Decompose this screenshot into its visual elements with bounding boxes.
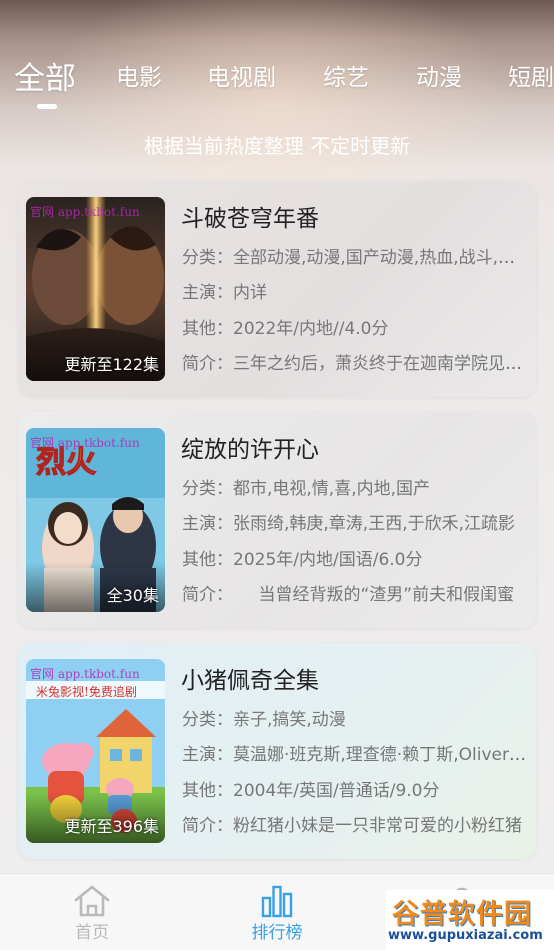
tab-anime[interactable]: 动漫 — [416, 58, 462, 92]
nav-home[interactable]: 首页 — [32, 874, 152, 950]
cast-value: 莫温娜·班克斯,理查德·赖丁斯,Oliver May — [233, 745, 528, 765]
item-title[interactable]: 绽放的许开心 — [181, 430, 319, 464]
item-title[interactable]: 斗破苍穹年番 — [181, 199, 319, 233]
other-label: 其他： — [182, 550, 233, 570]
poster-caption: 米兔影视!免费追剧 — [36, 685, 137, 699]
item-other: 其他：2004年/英国/普通话/9.0分 — [182, 776, 528, 801]
intro-value: 三年之约后，萧炎终于在迦南学院见到了熏儿 — [233, 354, 528, 374]
ranking-card[interactable]: 烈火 官网 app.tkbot.fun 全30集 绽放的许开心 分类：都市,电视… — [18, 412, 536, 628]
item-cast: 主演：内详 — [182, 278, 528, 303]
home-icon — [74, 885, 110, 917]
item-other: 其他：2022年/内地//4.0分 — [182, 314, 528, 339]
nav-ranking-label: 排行榜 — [251, 923, 303, 943]
intro-label: 简介： — [182, 354, 233, 374]
intro-label: 简介： — [182, 585, 225, 605]
item-title[interactable]: 小猪佩奇全集 — [181, 661, 319, 695]
watermark-brand: 谷普软件园 — [392, 899, 532, 930]
ranking-subtitle: 根据当前热度整理 不定时更新 — [143, 134, 411, 158]
nav-home-label: 首页 — [75, 923, 109, 943]
episode-badge: 更新至122集 — [64, 355, 159, 374]
poster-image[interactable]: 官网 app.tkbot.fun 更新至122集 — [26, 197, 165, 381]
other-value: 2025年/内地/国语/6.0分 — [233, 550, 423, 570]
item-intro: 简介：粉红猪小妹是一只非常可爱的小粉红猪 — [182, 811, 528, 836]
poster-watermark: 官网 app.tkbot.fun — [30, 436, 140, 450]
category-label: 分类： — [182, 479, 233, 499]
item-category: 分类：全部动漫,动漫,国产动漫,热血,战斗,玄幻 — [182, 243, 528, 268]
category-value: 全部动漫,动漫,国产动漫,热血,战斗,玄幻 — [233, 248, 528, 268]
category-label: 分类： — [182, 710, 233, 730]
cast-value: 张雨绮,韩庚,章涛,王西,于欣禾,江疏影 — [233, 514, 516, 534]
tab-short-drama[interactable]: 短剧 — [508, 58, 554, 92]
ranking-card[interactable]: 官网 app.tkbot.fun 更新至122集 斗破苍穹年番 分类：全部动漫,… — [18, 181, 536, 397]
bar-chart-icon — [261, 885, 293, 918]
cast-value: 内详 — [233, 283, 267, 303]
tab-variety[interactable]: 综艺 — [323, 58, 369, 92]
item-category: 分类：亲子,搞笑,动漫 — [182, 705, 528, 730]
watermark-url: www.gupuxiazai.com — [388, 928, 543, 943]
nav-ranking[interactable]: 排行榜 — [217, 874, 337, 950]
episode-badge: 更新至396集 — [64, 817, 159, 836]
item-cast: 主演：莫温娜·班克斯,理查德·赖丁斯,Oliver May — [182, 740, 528, 765]
cast-label: 主演： — [182, 745, 233, 765]
tab-movies[interactable]: 电影 — [116, 58, 162, 92]
category-value: 都市,电视,情,喜,内地,国产 — [233, 479, 431, 499]
item-other: 其他：2025年/内地/国语/6.0分 — [182, 545, 528, 570]
intro-label: 简介： — [182, 816, 233, 836]
episode-badge: 全30集 — [106, 586, 159, 605]
ranking-card[interactable]: 官网 app.tkbot.fun 米兔影视!免费追剧 更新至396集 小猪佩奇全… — [18, 643, 536, 859]
other-value: 2022年/内地//4.0分 — [233, 319, 389, 339]
item-intro: 简介： 当曾经背叛的“渣男”前夫和假闺蜜 — [182, 580, 528, 605]
other-value: 2004年/英国/普通话/9.0分 — [233, 781, 440, 801]
item-category: 分类：都市,电视,情,喜,内地,国产 — [182, 474, 528, 499]
other-label: 其他： — [182, 781, 233, 801]
item-cast: 主演：张雨绮,韩庚,章涛,王西,于欣禾,江疏影 — [182, 509, 528, 534]
poster-watermark: 官网 app.tkbot.fun — [30, 667, 140, 681]
cast-label: 主演： — [182, 514, 233, 534]
tab-all[interactable]: 全部 — [14, 58, 76, 98]
other-label: 其他： — [182, 319, 233, 339]
cast-label: 主演： — [182, 283, 233, 303]
poster-image[interactable]: 官网 app.tkbot.fun 米兔影视!免费追剧 更新至396集 — [26, 659, 165, 843]
category-label: 分类： — [182, 248, 233, 268]
category-tabs: 全部 电影 电视剧 综艺 动漫 短剧 — [0, 58, 554, 108]
tab-tv-series[interactable]: 电视剧 — [207, 58, 276, 92]
intro-value: 当曾经背叛的“渣男”前夫和假闺蜜 — [224, 585, 515, 605]
category-value: 亲子,搞笑,动漫 — [233, 710, 346, 730]
poster-watermark: 官网 app.tkbot.fun — [30, 205, 140, 219]
active-tab-indicator — [37, 104, 57, 109]
intro-value: 粉红猪小妹是一只非常可爱的小粉红猪 — [233, 816, 522, 836]
poster-image[interactable]: 烈火 官网 app.tkbot.fun 全30集 — [26, 428, 165, 612]
site-watermark: 谷普软件园 www.gupuxiazai.com — [386, 890, 554, 950]
item-intro: 简介：三年之约后，萧炎终于在迦南学院见到了熏儿 — [182, 349, 528, 374]
